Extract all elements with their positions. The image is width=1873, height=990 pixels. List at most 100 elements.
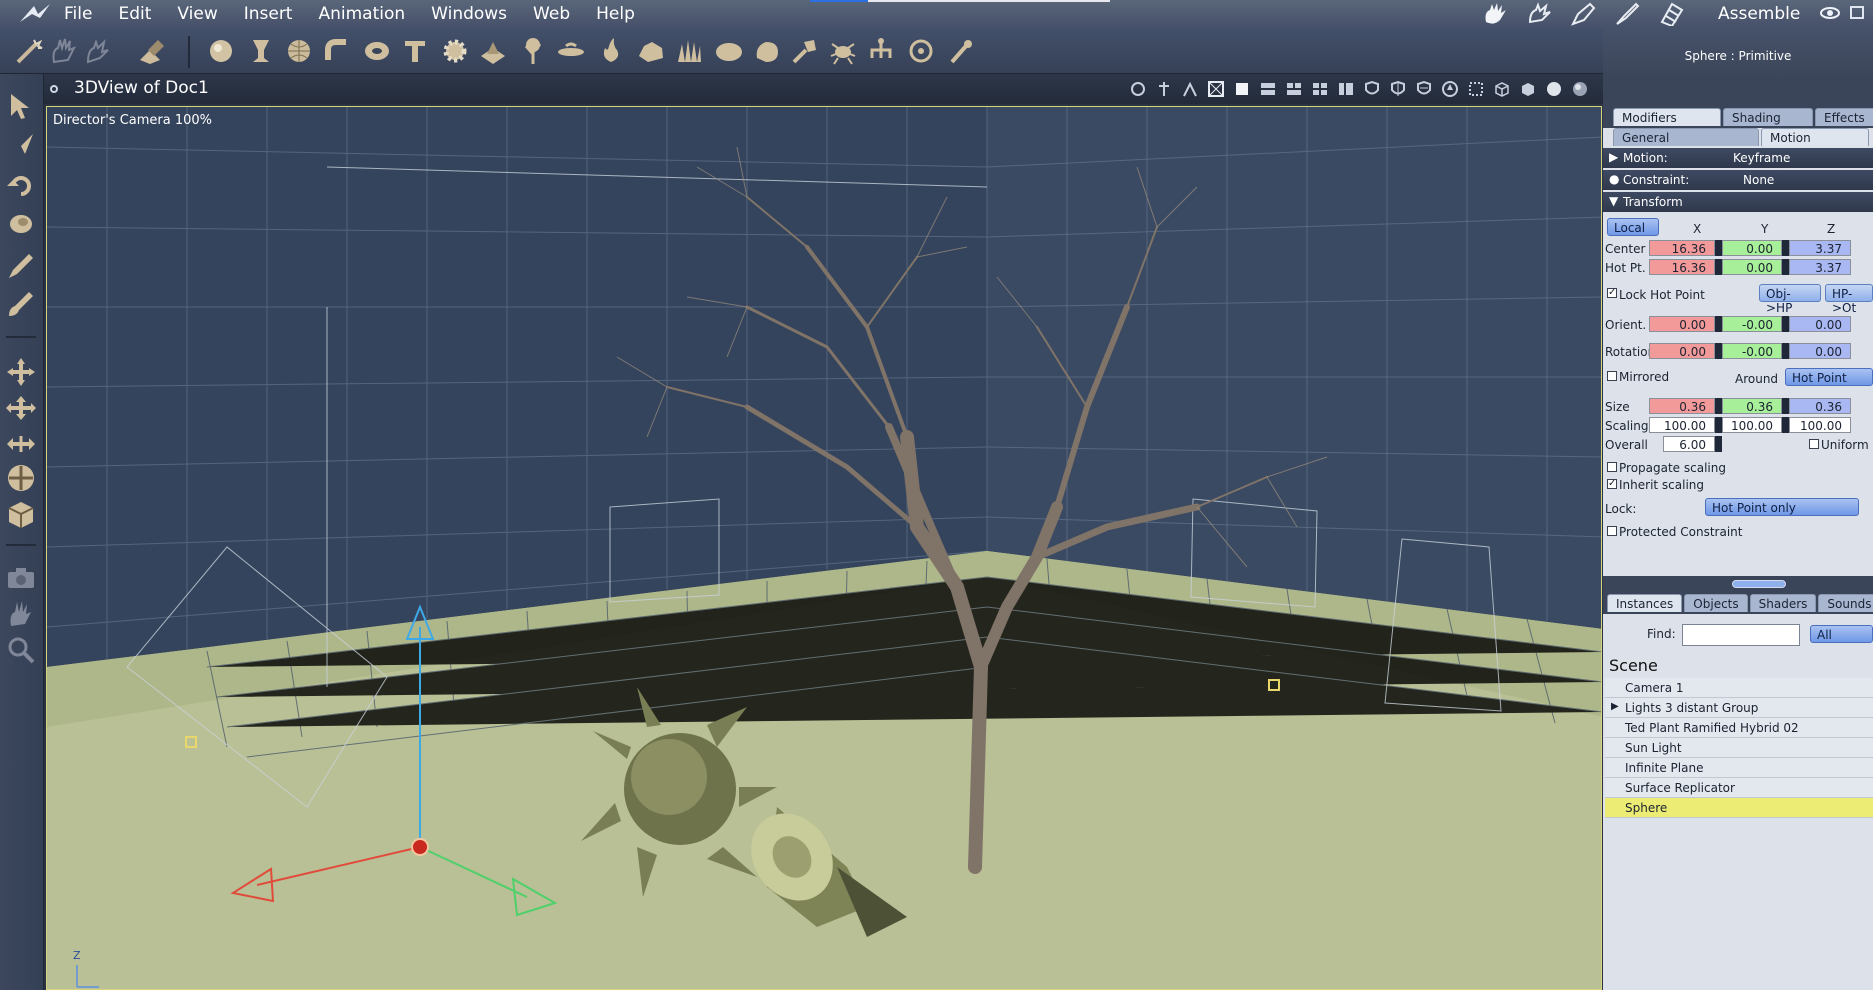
goblet-icon[interactable] (246, 36, 276, 66)
tab-objects[interactable]: Objects (1684, 594, 1748, 612)
tab-shading[interactable]: Shading (1723, 108, 1813, 126)
paint-brush-icon[interactable] (5, 288, 37, 320)
maximize-button[interactable] (1850, 6, 1864, 19)
orient-y-field[interactable]: -0.00 (1722, 316, 1782, 332)
dotted-box-icon[interactable] (1467, 80, 1485, 98)
plane-icon[interactable] (556, 36, 586, 66)
spin-icon[interactable] (1715, 417, 1722, 433)
hand-room-icon[interactable] (1480, 1, 1510, 27)
spin-icon[interactable] (1715, 436, 1722, 452)
protected-checkbox[interactable] (1607, 526, 1617, 536)
uniform-checkbox[interactable] (1809, 439, 1819, 449)
list-item-selected[interactable]: Sphere (1605, 798, 1873, 818)
hotpt-x-field[interactable]: 16.36 (1649, 259, 1715, 275)
bone-icon[interactable] (946, 36, 976, 66)
list-item[interactable]: Infinite Plane (1605, 758, 1873, 778)
rotate-icon[interactable] (5, 170, 37, 202)
zoom-icon[interactable] (5, 634, 37, 666)
move-horizontal-icon[interactable] (5, 428, 37, 460)
tab-general[interactable]: General (1613, 128, 1759, 146)
hotpt-y-field[interactable]: 0.00 (1722, 259, 1782, 275)
mirrored-checkbox[interactable] (1607, 371, 1617, 381)
transform-section[interactable]: ▼ Transform (1603, 192, 1873, 212)
stone-icon[interactable] (752, 36, 782, 66)
three-view-icon[interactable] (1285, 80, 1303, 98)
select-arrow-icon[interactable] (5, 90, 37, 122)
grid-toggle-icon[interactable] (1207, 80, 1225, 98)
around-select[interactable]: Hot Point (1785, 368, 1873, 386)
tab-instances[interactable]: Instances (1607, 594, 1683, 612)
tab-shaders[interactable]: Shaders (1749, 594, 1817, 612)
spin-icon[interactable] (1715, 316, 1722, 332)
tab-motion[interactable]: Motion (1761, 128, 1869, 146)
size-z-field[interactable]: 0.36 (1789, 398, 1851, 414)
menu-file[interactable]: File (64, 4, 106, 24)
expand-arrow-icon[interactable]: ▶ (1611, 701, 1619, 712)
spin-icon[interactable] (1782, 316, 1789, 332)
move-planar-icon[interactable] (5, 392, 37, 424)
camera-icon[interactable] (5, 562, 37, 594)
light-icon[interactable] (1155, 80, 1173, 98)
globe-icon[interactable] (284, 36, 314, 66)
splitter-grip-icon[interactable] (1732, 580, 1786, 588)
shield-bbox-icon[interactable] (1363, 80, 1381, 98)
brush-room-icon[interactable] (1612, 1, 1642, 27)
tab-sounds[interactable]: Sounds (1818, 594, 1873, 612)
filter-select[interactable]: All (1810, 625, 1873, 643)
menu-web[interactable]: Web (533, 4, 584, 24)
list-item[interactable]: Ted Plant Ramified Hybrid 02 (1605, 718, 1873, 738)
spin-icon[interactable] (1715, 240, 1722, 256)
wire-box-icon[interactable] (1493, 80, 1511, 98)
list-item[interactable]: ▶ Lights 3 distant Group (1605, 698, 1873, 718)
fire-icon[interactable] (596, 36, 626, 66)
bread-icon[interactable] (714, 36, 744, 66)
solid-box-icon[interactable] (1519, 80, 1537, 98)
overall-field[interactable]: 6.00 (1663, 436, 1715, 452)
scaling-z-field[interactable]: 100.00 (1789, 417, 1851, 433)
magic-wand-icon[interactable] (14, 36, 44, 66)
menu-animation[interactable]: Animation (318, 4, 419, 24)
center-x-field[interactable]: 16.36 (1649, 240, 1715, 256)
spin-icon[interactable] (1782, 398, 1789, 414)
tab-modifiers[interactable]: Modifiers (1613, 108, 1721, 126)
panel-splitter[interactable] (1603, 576, 1873, 592)
view-menu-icon[interactable] (50, 85, 58, 93)
tab-effects[interactable]: Effects (1815, 108, 1873, 126)
menu-windows[interactable]: Windows (431, 4, 521, 24)
eye-icon[interactable] (1820, 5, 1840, 21)
rotation-y-field[interactable]: -0.00 (1722, 343, 1782, 359)
inherit-checkbox[interactable]: ✓ (1607, 479, 1617, 489)
lock-select[interactable]: Hot Point only (1705, 498, 1859, 516)
grass-icon[interactable] (674, 36, 704, 66)
hammer-icon[interactable] (790, 36, 820, 66)
orient-x-field[interactable]: 0.00 (1649, 316, 1715, 332)
render-icon[interactable] (1129, 80, 1147, 98)
scaling-y-field[interactable]: 100.00 (1722, 417, 1782, 433)
film-room-icon[interactable] (1656, 1, 1686, 27)
spin-icon[interactable] (1715, 398, 1722, 414)
menu-view[interactable]: View (177, 4, 231, 24)
rock-icon[interactable] (636, 36, 666, 66)
lock-hotpoint-checkbox[interactable]: ✓ (1607, 288, 1617, 298)
sphere-primitive-icon[interactable] (206, 36, 236, 66)
spin-icon[interactable] (1782, 343, 1789, 359)
custom-view-icon[interactable] (1337, 80, 1355, 98)
single-view-icon[interactable] (1233, 80, 1251, 98)
move-xyz-icon[interactable] (5, 356, 37, 388)
spin-icon[interactable] (1715, 259, 1722, 275)
terrain-icon[interactable] (478, 36, 508, 66)
3d-viewport[interactable]: Z Director's Camera 100% (46, 106, 1602, 990)
propagate-checkbox[interactable] (1607, 462, 1617, 472)
tree-icon[interactable] (518, 36, 548, 66)
list-item[interactable]: Sun Light (1605, 738, 1873, 758)
four-view-icon[interactable] (1311, 80, 1329, 98)
pencil-icon[interactable] (5, 250, 37, 282)
size-x-field[interactable]: 0.36 (1649, 398, 1715, 414)
link-tool-icon[interactable] (136, 36, 166, 66)
grab-hand-icon[interactable] (48, 36, 78, 66)
twist-icon[interactable] (5, 208, 37, 240)
menu-edit[interactable]: Edit (118, 4, 165, 24)
space-select[interactable]: Local (1607, 218, 1659, 236)
gear-object-icon[interactable] (440, 36, 470, 66)
motion-value[interactable]: Keyframe (1733, 151, 1790, 165)
